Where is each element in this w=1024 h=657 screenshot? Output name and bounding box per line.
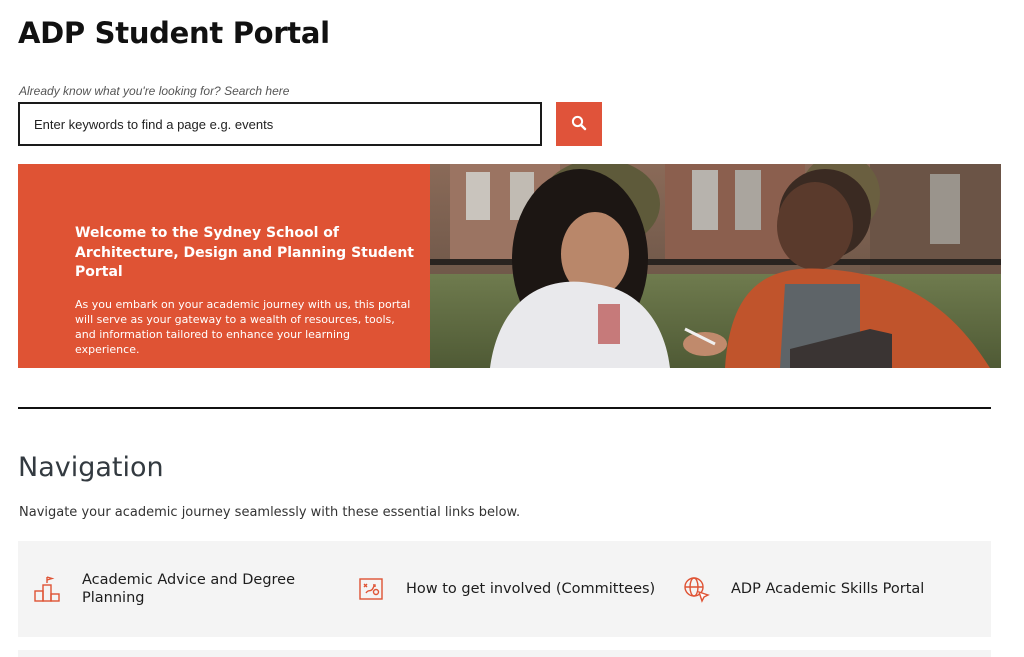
page-title: ADP Student Portal xyxy=(18,16,330,50)
nav-link-academic-skills[interactable]: ADP Academic Skills Portal xyxy=(666,541,991,637)
search-icon xyxy=(571,115,587,134)
search-button[interactable] xyxy=(556,102,602,146)
students-studying-photo xyxy=(430,164,1001,368)
hero-heading: Welcome to the Sydney School of Architec… xyxy=(75,225,414,280)
hero-body: As you embark on your academic journey w… xyxy=(75,297,411,356)
podium-icon xyxy=(32,574,62,604)
globe-cursor-icon xyxy=(681,574,711,604)
navigation-heading: Navigation xyxy=(18,452,164,483)
search-hint: Already know what you're looking for? Se… xyxy=(19,84,290,98)
navigation-panel-next-row xyxy=(18,650,991,657)
nav-link-label: How to get involved (Committees) xyxy=(406,581,656,597)
nav-link-label: Academic Advice and Degree Planning xyxy=(82,572,296,606)
navigation-panel: Academic Advice and Degree Planning How … xyxy=(18,541,991,637)
navigation-description: Navigate your academic journey seamlessl… xyxy=(19,505,521,520)
search-input[interactable] xyxy=(18,102,542,146)
nav-link-committees[interactable]: How to get involved (Committees) xyxy=(342,541,666,637)
nav-link-label: ADP Academic Skills Portal xyxy=(731,581,925,597)
strategy-board-icon xyxy=(356,574,386,604)
hero-text-panel: Welcome to the Sydney School of Architec… xyxy=(18,164,430,368)
nav-link-academic-advice[interactable]: Academic Advice and Degree Planning xyxy=(18,541,342,637)
section-divider xyxy=(18,407,991,409)
hero-banner: Welcome to the Sydney School of Architec… xyxy=(18,164,1001,368)
